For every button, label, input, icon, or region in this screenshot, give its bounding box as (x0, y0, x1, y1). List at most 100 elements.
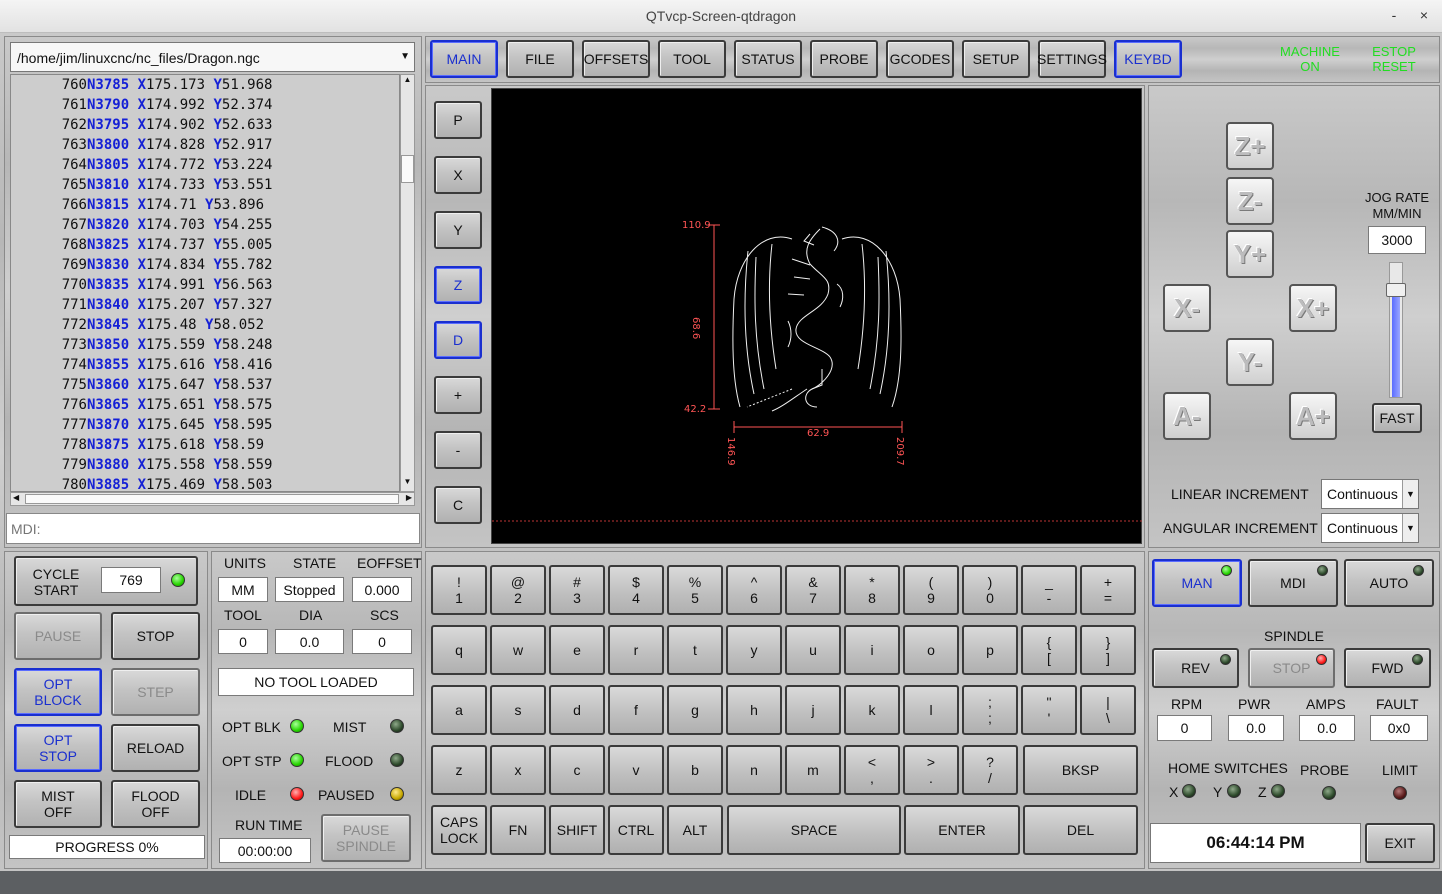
gcode-line[interactable]: 777N3870 X175.645 Y58.595 (11, 417, 273, 437)
scroll-down-icon[interactable]: ▼ (402, 477, 413, 489)
opt-stop-button[interactable]: OPT STOP (14, 724, 102, 772)
start-line-input[interactable]: 769 (101, 567, 161, 593)
gcode-line[interactable]: 763N3800 X174.828 Y52.917 (11, 137, 273, 157)
tab-file[interactable]: FILE (506, 40, 574, 78)
reload-button[interactable]: RELOAD (111, 724, 200, 772)
gcode-line[interactable]: 765N3810 X174.733 Y53.551 (11, 177, 273, 197)
gcode-preview[interactable]: 110.9 68.6 42.2 146.9 62.9 209.7 (491, 88, 1143, 544)
key-row2-7[interactable]: i (844, 625, 900, 675)
key-row3-4[interactable]: g (667, 685, 723, 735)
tab-setup[interactable]: SETUP (962, 40, 1030, 78)
key-row4-9[interactable]: ? / (962, 745, 1018, 795)
key-caps-lock[interactable]: CAPS LOCK (431, 805, 487, 855)
key-row1-9[interactable]: ) 0 (962, 565, 1018, 615)
gcode-line[interactable]: 760N3785 X175.173 Y51.968 (11, 77, 273, 97)
key-enter[interactable]: ENTER (904, 805, 1020, 855)
tab-tool[interactable]: TOOL (658, 40, 726, 78)
key-row4-1[interactable]: x (490, 745, 546, 795)
key-row1-0[interactable]: ! 1 (431, 565, 487, 615)
key-row4-2[interactable]: c (549, 745, 605, 795)
gcode-line[interactable]: 779N3880 X175.558 Y58.559 (11, 457, 273, 477)
gcode-line[interactable]: 776N3865 X175.651 Y58.575 (11, 397, 273, 417)
gcode-line[interactable]: 780N3885 X175.469 Y58.503 (11, 477, 273, 491)
key-row2-11[interactable]: }] (1080, 625, 1136, 675)
key-space[interactable]: SPACE (727, 805, 901, 855)
key-row2-9[interactable]: p (962, 625, 1018, 675)
jog-yminus-button[interactable]: Y- (1226, 338, 1274, 386)
key-row1-11[interactable]: + = (1080, 565, 1136, 615)
jog-rate-input[interactable]: 3000 (1368, 226, 1426, 254)
jog-rate-slider-handle[interactable] (1386, 283, 1406, 297)
tab-gcodes[interactable]: GCODES (886, 40, 954, 78)
tab-offsets[interactable]: OFFSETS (582, 40, 650, 78)
view-x-button[interactable]: X (434, 156, 482, 194)
fast-button[interactable]: FAST (1372, 403, 1422, 433)
machine-on-status[interactable]: MACHINE ON (1270, 44, 1350, 74)
key-row3-10[interactable]: " ' (1021, 685, 1077, 735)
key-row4-0[interactable]: z (431, 745, 487, 795)
tab-status[interactable]: STATUS (734, 40, 802, 78)
tab-settings[interactable]: SETTINGS (1037, 40, 1107, 78)
view-p-button[interactable]: P (434, 101, 482, 139)
key-bksp[interactable]: BKSP (1023, 745, 1138, 795)
gcode-line[interactable]: 774N3855 X175.616 Y58.416 (11, 357, 273, 377)
gcode-line[interactable]: 775N3860 X175.647 Y58.537 (11, 377, 273, 397)
spindle-fwd-button[interactable]: FWD (1344, 648, 1431, 688)
gcode-hscrollbar[interactable]: ◀ ▶ (10, 492, 415, 506)
key-row1-6[interactable]: & 7 (785, 565, 841, 615)
minimize-button[interactable]: - (1384, 7, 1404, 23)
close-button[interactable]: × (1414, 7, 1434, 23)
step-button[interactable]: STEP (111, 668, 200, 716)
jog-zminus-button[interactable]: Z- (1226, 177, 1274, 225)
stop-button[interactable]: STOP (111, 612, 200, 660)
key-fn[interactable]: FN (490, 805, 546, 855)
gcode-hscroll-thumb[interactable] (25, 494, 399, 504)
gcode-vscrollbar[interactable]: ▲ ▼ (400, 74, 415, 492)
key-del[interactable]: DEL (1023, 805, 1138, 855)
zoom-in-button[interactable]: + (434, 376, 482, 414)
exit-button[interactable]: EXIT (1365, 823, 1435, 863)
file-path-combo[interactable]: /home/jim/linuxcnc/nc_files/Dragon.ngc ▼ (10, 42, 415, 72)
opt-block-button[interactable]: OPT BLOCK (14, 668, 102, 716)
key-shift[interactable]: SHIFT (549, 805, 605, 855)
key-row4-7[interactable]: <, (844, 745, 900, 795)
key-row3-5[interactable]: h (726, 685, 782, 735)
key-row4-8[interactable]: >. (903, 745, 959, 795)
mdi-input[interactable] (6, 513, 420, 544)
jog-aplus-button[interactable]: A+ (1289, 392, 1337, 440)
key-row3-1[interactable]: s (490, 685, 546, 735)
mist-off-button[interactable]: MIST OFF (14, 780, 102, 828)
key-row3-6[interactable]: j (785, 685, 841, 735)
mode-mdi-button[interactable]: MDI (1248, 559, 1338, 607)
key-row3-7[interactable]: k (844, 685, 900, 735)
jog-yplus-button[interactable]: Y+ (1226, 230, 1274, 278)
gcode-line[interactable]: 761N3790 X174.992 Y52.374 (11, 97, 273, 117)
scroll-left-icon[interactable]: ◀ (13, 493, 19, 502)
scroll-right-icon[interactable]: ▶ (406, 493, 412, 502)
key-row2-8[interactable]: o (903, 625, 959, 675)
key-alt[interactable]: ALT (667, 805, 723, 855)
gcode-line[interactable]: 762N3795 X174.902 Y52.633 (11, 117, 273, 137)
key-row2-10[interactable]: {[ (1021, 625, 1077, 675)
gcode-line[interactable]: 772N3845 X175.48 Y58.052 (11, 317, 264, 337)
flood-off-button[interactable]: FLOOD OFF (111, 780, 200, 828)
scroll-up-icon[interactable]: ▲ (402, 75, 413, 89)
key-row1-5[interactable]: ^ 6 (726, 565, 782, 615)
spindle-rev-button[interactable]: REV (1152, 648, 1239, 688)
gcode-line[interactable]: 766N3815 X174.71 Y53.896 (11, 197, 264, 217)
key-ctrl[interactable]: CTRL (608, 805, 664, 855)
view-dimensions-button[interactable]: D (434, 321, 482, 359)
jog-xminus-button[interactable]: X- (1163, 284, 1211, 332)
gcode-editor[interactable]: 760N3785 X175.173 Y51.968 761N3790 X174.9… (10, 74, 400, 492)
gcode-line[interactable]: 778N3875 X175.618 Y58.59 (11, 437, 264, 457)
jog-rate-slider[interactable] (1386, 262, 1406, 398)
gcode-line[interactable]: 773N3850 X175.559 Y58.248 (11, 337, 273, 357)
gcode-line[interactable]: 764N3805 X174.772 Y53.224 (11, 157, 273, 177)
gcode-line[interactable]: 768N3825 X174.737 Y55.005 (11, 237, 273, 257)
zoom-out-button[interactable]: - (434, 431, 482, 469)
key-row2-0[interactable]: q (431, 625, 487, 675)
tab-main[interactable]: MAIN (430, 40, 498, 78)
jog-xplus-button[interactable]: X+ (1289, 284, 1337, 332)
key-row2-2[interactable]: e (549, 625, 605, 675)
key-row1-1[interactable]: @2 (490, 565, 546, 615)
